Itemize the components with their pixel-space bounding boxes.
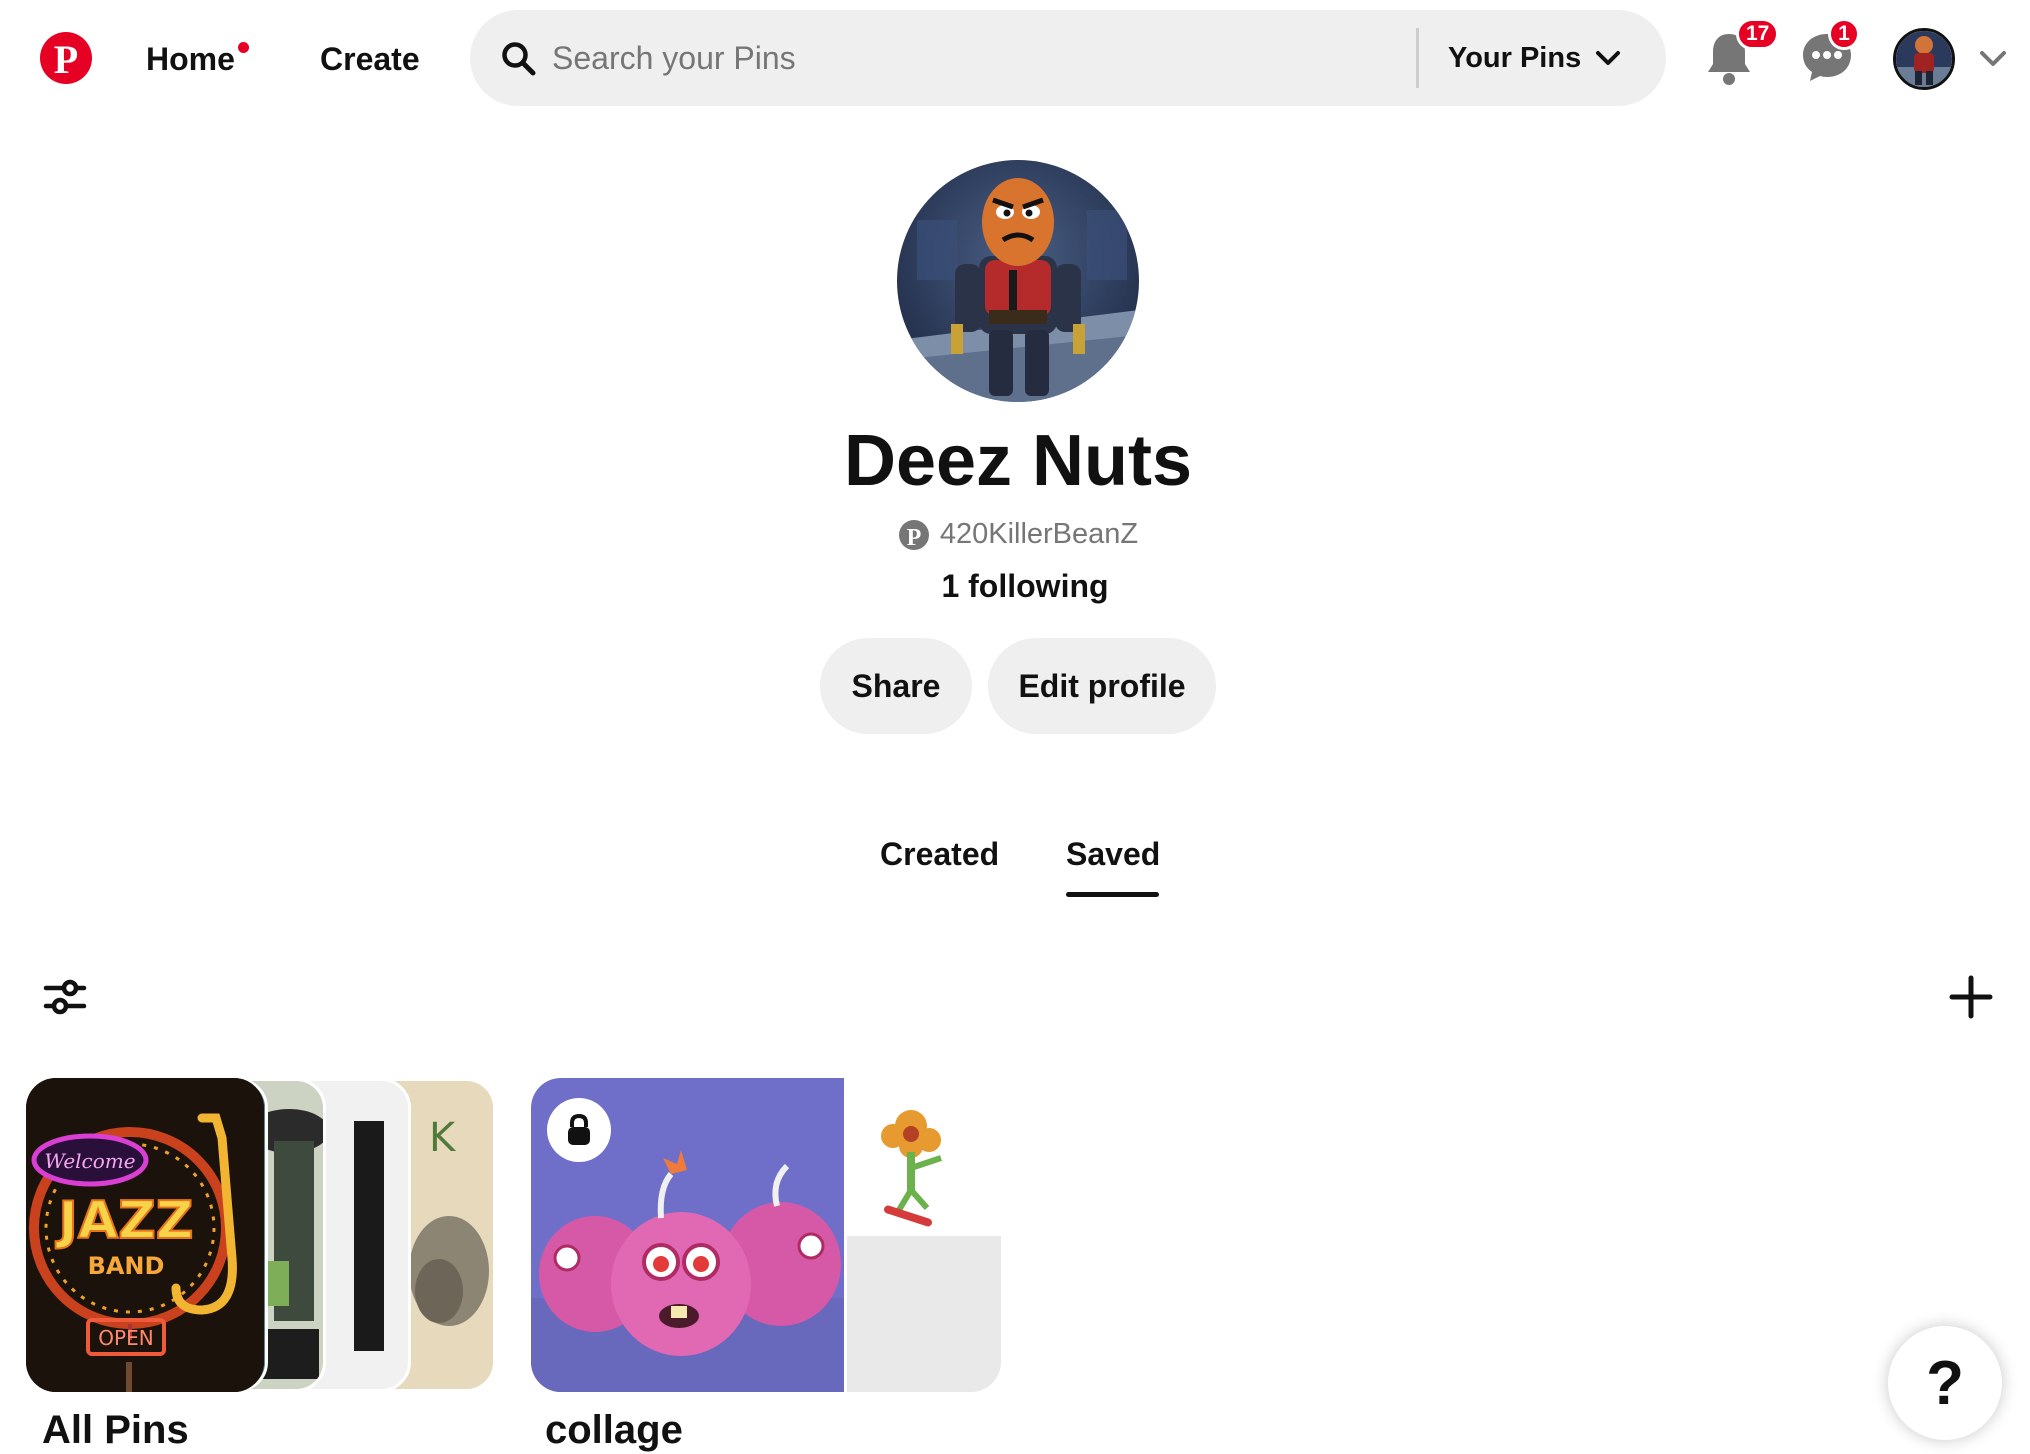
active-tab-indicator — [1066, 892, 1159, 897]
filter-sliders-icon[interactable] — [42, 974, 88, 1020]
search-icon — [502, 42, 536, 76]
profile-username: 420KillerBeanZ — [939, 518, 1139, 550]
plus-icon[interactable] — [1948, 974, 1994, 1020]
profile-name: Deez Nuts — [843, 421, 1193, 501]
profile-page: P Home Create Your Pins — [0, 0, 2030, 1454]
edit-profile-button[interactable]: Edit profile — [988, 638, 1216, 734]
username-row: P 420KillerBeanZ — [0, 518, 2030, 551]
search-divider — [1416, 28, 1419, 88]
search-input[interactable] — [552, 30, 1412, 86]
pinterest-logo-icon[interactable]: P — [40, 32, 92, 84]
tab-created[interactable]: Created — [880, 836, 999, 886]
board-title: collage — [545, 1408, 683, 1452]
header-avatar[interactable] — [1893, 28, 1955, 90]
neon-open-text: OPEN — [98, 1326, 153, 1350]
board-all-pins[interactable]: K Welcome JAZZ BAND OPEN All Pins — [26, 1078, 496, 1452]
edit-profile-button-label: Edit profile — [1018, 667, 1186, 704]
help-button[interactable]: ? — [1888, 1326, 2002, 1440]
board-cover-grid — [531, 1078, 1001, 1392]
home-nav-link[interactable]: Home — [146, 30, 249, 88]
lock-icon — [568, 1114, 590, 1145]
home-new-content-dot — [237, 42, 249, 53]
create-nav-link[interactable]: Create — [320, 30, 420, 88]
search-scope-dropdown[interactable]: Your Pins — [1448, 30, 1621, 86]
create-nav-label: Create — [320, 40, 420, 77]
neon-jazz-text: JAZZ — [55, 1191, 193, 1251]
account-options-chevron[interactable] — [1976, 44, 2010, 74]
search-bar: Your Pins — [470, 10, 1666, 106]
tab-saved[interactable]: Saved — [1066, 836, 1160, 886]
neon-welcome-text: Welcome — [44, 1149, 135, 1173]
home-nav-label: Home — [146, 40, 235, 77]
following-count-link[interactable]: 1 following — [0, 568, 2030, 605]
private-board-badge — [547, 1098, 611, 1162]
board-cover-stack: K Welcome JAZZ BAND OPEN — [26, 1078, 496, 1392]
top-navigation-bar: P Home Create Your Pins — [0, 0, 2030, 118]
notifications-count-badge: 17 — [1736, 18, 1780, 50]
messages-count-badge: 1 — [1828, 18, 1860, 50]
board-collage[interactable]: collage — [531, 1078, 1001, 1452]
pinterest-logo-icon: P — [898, 519, 929, 551]
chevron-down-icon — [1596, 51, 1621, 65]
svg-text:P: P — [907, 525, 922, 551]
share-button-label: Share — [851, 667, 941, 704]
svg-text:P: P — [54, 37, 78, 82]
search-scope-label: Your Pins — [1448, 41, 1582, 74]
share-button[interactable]: Share — [820, 638, 972, 734]
stack-card-jazz-neon: Welcome JAZZ BAND OPEN — [26, 1078, 264, 1392]
svg-text:K: K — [429, 1115, 457, 1161]
neon-band-text: BAND — [88, 1252, 165, 1280]
board-title: All Pins — [42, 1408, 189, 1452]
profile-avatar — [897, 160, 1139, 402]
